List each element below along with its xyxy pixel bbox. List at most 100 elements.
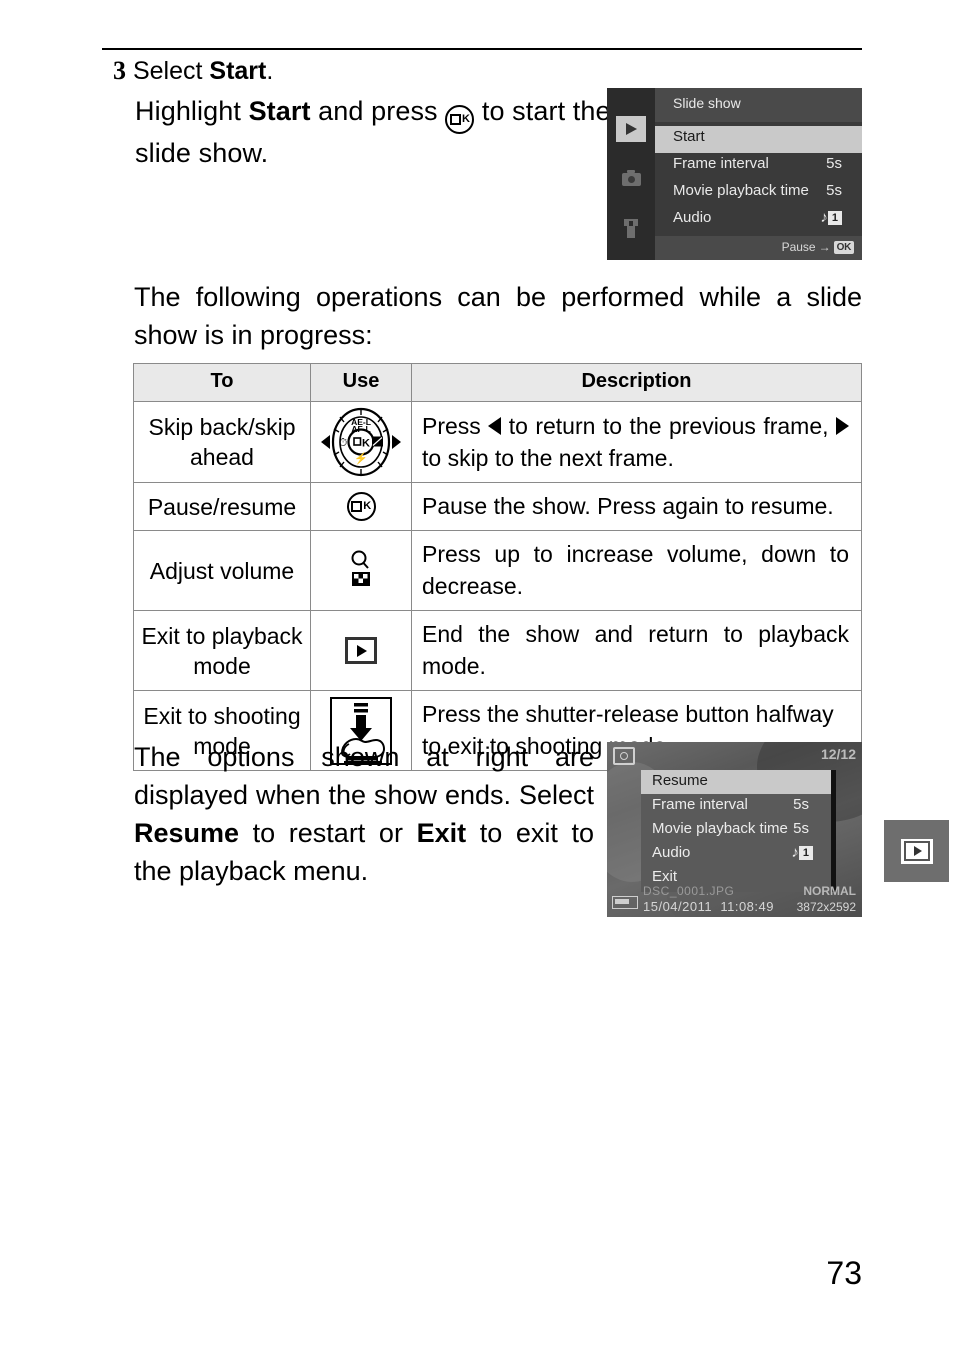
step-heading: 3 Select Start. (113, 56, 613, 86)
step-title-prefix: Select (132, 57, 210, 85)
image-quality: NORMAL (803, 884, 856, 898)
menu-row-value-group: ♪ 1 (791, 844, 813, 861)
options-text-2: to restart or (239, 818, 417, 848)
right-arrow-icon (835, 416, 849, 435)
menu-tab-column (607, 88, 655, 260)
desc-text-1: Press (422, 412, 489, 439)
desc-text-3: to skip to the next frame. (422, 444, 674, 471)
options-text-1: The options shown at right are displayed… (134, 742, 594, 810)
menu-row-label: Frame interval (652, 796, 748, 813)
step-number: 3 (113, 56, 126, 85)
music-note-icon: ♪ (820, 209, 828, 226)
playback-button-icon (345, 637, 377, 664)
multi-selector-icon: K AE-L AF-L ⏱ ⚡ (321, 407, 401, 477)
menu-row-start[interactable]: Start (655, 126, 862, 153)
table-cell-to: Exit to playback mode (133, 610, 311, 691)
step-body: Highlight Start and press K to start the… (135, 92, 613, 172)
table-cell-use (310, 530, 412, 611)
playback-tab-icon[interactable] (616, 116, 646, 142)
menu-row-frame-interval[interactable]: Frame interval 5s (655, 153, 862, 180)
audio-level-badge: 1 (827, 211, 842, 225)
options-bold-exit: Exit (416, 818, 467, 848)
table-cell-use: K AE-L AF-L ⏱ ⚡ (310, 401, 412, 483)
table-header-description: Description (411, 363, 862, 402)
arrow-right-icon: → (818, 240, 831, 254)
operations-paragraph: The following operations can be performe… (134, 282, 862, 350)
battery-icon (612, 896, 638, 909)
image-filename: DSC_0001.JPG (643, 884, 735, 898)
table-header-use: Use (310, 363, 412, 402)
menu-row-value: 5s (826, 155, 842, 172)
shooting-tab-icon[interactable] (616, 166, 646, 192)
ok-badge: OK (833, 241, 854, 254)
svg-text:K: K (362, 438, 370, 450)
options-bold-resume: Resume (134, 818, 240, 848)
music-note-icon: ♪ (791, 844, 799, 861)
desc-text-2: to return to the previous frame, (501, 412, 836, 439)
menu-footer-hint: Pause → OK (782, 240, 854, 254)
menu-row-value: 5s (793, 820, 809, 837)
slide-show-menu-screenshot: Slide show Start Frame interval 5s Movie… (607, 88, 862, 260)
menu-row-movie-playback-time[interactable]: Movie playback time 5s (655, 180, 862, 207)
menu-row-audio[interactable]: Audio ♪ 1 (655, 207, 862, 234)
menu-row-label: Audio (652, 844, 691, 861)
menu-rows: Start Frame interval 5s Movie playback t… (655, 126, 862, 234)
capture-time: 11:08:49 (720, 899, 774, 914)
table-cell-description: Pause the show. Press again to resume. (411, 482, 862, 531)
menu-row-label: Audio (673, 209, 712, 226)
step-title-suffix: . (266, 57, 274, 85)
menu-row-label: Start (673, 128, 705, 145)
table-cell-description: Press to return to the previous frame, t… (411, 401, 862, 483)
svg-text:⏱: ⏱ (339, 437, 348, 449)
table-cell-description: End the show and return to playback mode… (411, 610, 862, 691)
manual-page: 3 Select Start. Highlight Start and pres… (0, 0, 954, 1345)
operations-table: To Use Description Skip back/skip ahead (133, 363, 862, 771)
options-paragraph: The options shown at right are displayed… (134, 738, 594, 890)
menu-title: Slide show (673, 95, 741, 111)
table-row: Pause/resume K Pause the show. Press aga… (133, 482, 862, 531)
menu-row-label: Movie playback time (652, 820, 788, 837)
capture-date: 15/04/2011 (643, 899, 713, 914)
menu-row-value-group: ♪ 1 (820, 209, 842, 226)
table-row: Skip back/skip ahead K AE-L AF-L ⏱ ⚡ Pre… (133, 401, 862, 483)
menu-row-label: Movie playback time (673, 182, 809, 199)
table-cell-use: K (310, 482, 412, 531)
table-cell-description: Press up to increase volume, down to dec… (411, 530, 862, 611)
menu-footer-bar: Pause → OK (655, 236, 862, 260)
playback-menu-icon (900, 838, 933, 864)
menu-row-value: 5s (826, 182, 842, 199)
step-body-bold: Start (248, 96, 311, 126)
table-cell-use (310, 610, 412, 691)
table-cell-to: Adjust volume (133, 530, 311, 611)
end-menu-panel: Resume Frame interval 5s Movie playback … (641, 770, 836, 892)
table-row: Adjust volume Press up to increase volum… (133, 530, 862, 611)
capture-datetime: 15/04/2011 11:08:49 (643, 899, 774, 914)
menu-row-value: 5s (793, 796, 809, 813)
menu-title-bar: Slide show (655, 88, 862, 122)
left-arrow-icon (488, 416, 502, 435)
ok-button-icon: K (346, 492, 376, 521)
table-header-row: To Use Description (133, 363, 862, 402)
setup-tab-icon[interactable] (616, 216, 646, 242)
step-title-bold: Start (209, 57, 267, 85)
menu-footer-label: Pause (781, 240, 816, 254)
step-body-text-2: and press (310, 96, 446, 126)
menu-row-movie-playback-time[interactable]: Movie playback time 5s (641, 818, 831, 842)
table-cell-to: Pause/resume (133, 482, 311, 531)
menu-row-label: Exit (652, 868, 678, 885)
menu-row-label: Frame interval (673, 155, 769, 172)
menu-row-frame-interval[interactable]: Frame interval 5s (641, 794, 831, 818)
table-header-to: To (133, 363, 311, 402)
svg-text:⚡: ⚡ (354, 452, 368, 465)
top-horizontal-rule (102, 48, 862, 50)
audio-level-badge: 1 (798, 846, 813, 860)
chapter-margin-tab[interactable] (884, 820, 949, 882)
table-cell-to: Skip back/skip ahead (133, 401, 311, 483)
table-row: Exit to playback mode End the show and r… (133, 610, 862, 691)
image-mode-icon (613, 747, 635, 765)
menu-row-audio[interactable]: Audio ♪ 1 (641, 842, 831, 866)
menu-row-resume[interactable]: Resume (641, 770, 831, 794)
image-dimensions: 3872x2592 (796, 900, 856, 914)
svg-text:AF-L: AF-L (351, 424, 370, 434)
slide-show-end-screenshot: 12/12 Resume Frame interval 5s Movie pla… (607, 742, 862, 917)
